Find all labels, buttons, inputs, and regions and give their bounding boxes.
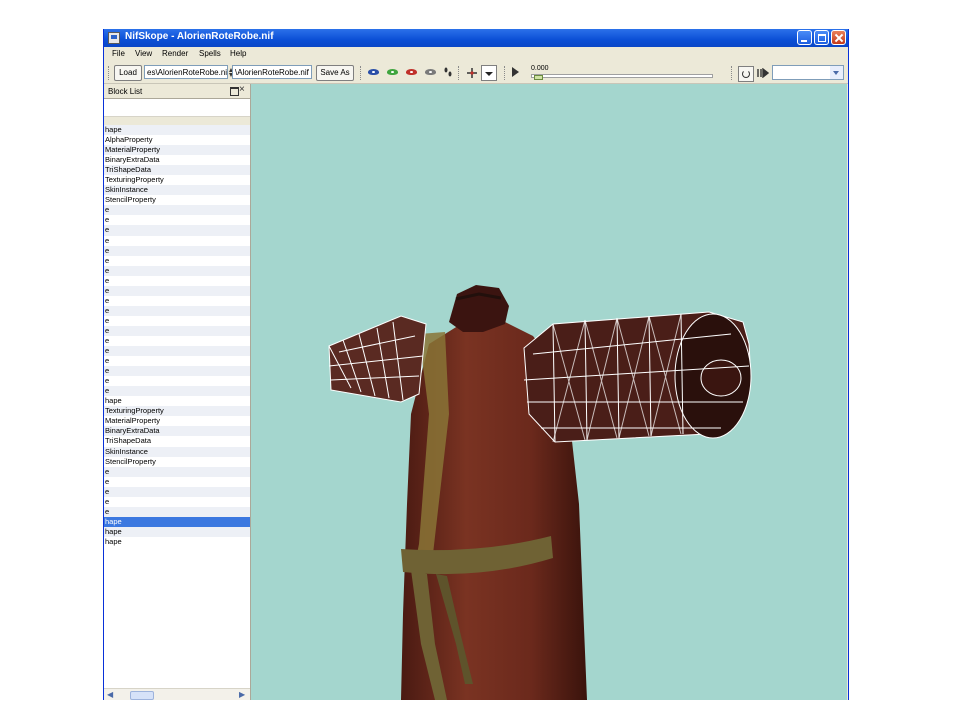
eye-icon[interactable] (406, 69, 417, 75)
loop-icon[interactable] (738, 66, 754, 82)
tree-row[interactable]: TriShapeData (104, 165, 250, 176)
tree-row[interactable]: TexturingProperty (104, 406, 250, 417)
close-icon[interactable] (831, 30, 846, 45)
save-as-button[interactable]: Save As (316, 65, 354, 81)
tree-row[interactable]: MaterialProperty (104, 145, 250, 156)
tree-row[interactable]: e (104, 255, 250, 266)
play-icon[interactable] (512, 67, 519, 77)
float-icon[interactable] (230, 87, 239, 96)
tree-row[interactable]: e (104, 245, 250, 256)
tree-row[interactable]: e (104, 265, 250, 276)
title-bar[interactable]: NifSkope - AlorienRoteRobe.nif (104, 29, 848, 47)
toolbar-grip[interactable] (458, 66, 461, 80)
eye-icon[interactable] (368, 69, 379, 75)
tree-row[interactable]: e (104, 376, 250, 387)
maximize-icon[interactable] (814, 30, 829, 45)
tree-row[interactable]: hape (104, 396, 250, 407)
chevron-right-icon[interactable]: ▶ (239, 691, 245, 699)
app-icon[interactable] (108, 32, 120, 44)
window-title: NifSkope - AlorienRoteRobe.nif (125, 31, 274, 42)
left-sleeve-wireframe (328, 315, 427, 403)
toolbar-grip[interactable] (108, 66, 111, 80)
tree-row[interactable]: e (104, 225, 250, 236)
block-list-panel: Block List × hape AlphaProperty MaterialPr… (104, 84, 251, 700)
tree-header[interactable] (104, 98, 250, 117)
tree-row[interactable]: e (104, 346, 250, 357)
horizontal-scrollbar[interactable]: ◀ ▶ (104, 688, 250, 700)
footprints-icon[interactable] (444, 67, 452, 78)
tree-row[interactable]: e (104, 506, 250, 517)
menu-help[interactable]: Help (230, 49, 246, 58)
load-button[interactable]: Load (114, 65, 142, 81)
tree-row[interactable]: e (104, 275, 250, 286)
tree-row[interactable]: e (104, 315, 250, 326)
tree-row[interactable]: e (104, 215, 250, 226)
chevron-down-icon[interactable] (830, 66, 843, 79)
eye-icon[interactable] (387, 69, 398, 75)
right-sleeve-wireframe (523, 311, 752, 443)
menu-file[interactable]: File (112, 49, 125, 58)
panel-title: Block List (108, 87, 143, 96)
tree-row[interactable]: hape (104, 125, 250, 136)
tree-row[interactable]: StencilProperty (104, 195, 250, 206)
tree-row[interactable]: e (104, 366, 250, 377)
tree-row[interactable]: e (104, 235, 250, 246)
tree-row[interactable]: BinaryExtraData (104, 155, 250, 166)
render-viewport[interactable] (251, 84, 847, 700)
save-path-input[interactable]: \AlorienRoteRobe.nif (232, 65, 312, 79)
scrollbar-thumb[interactable] (130, 691, 154, 700)
menu-view[interactable]: View (135, 49, 152, 58)
tree-row[interactable]: e (104, 466, 250, 477)
slider-thumb[interactable] (534, 75, 543, 80)
switch-icon[interactable] (757, 68, 769, 78)
tree-row[interactable]: SkinInstance (104, 185, 250, 196)
tree-row[interactable]: e (104, 496, 250, 507)
tree-empty-area (104, 547, 250, 688)
chevron-down-icon[interactable] (481, 65, 497, 81)
toolbar: Load es\AlorienRoteRobe.nif \AlorienRote… (104, 63, 848, 84)
tree-row[interactable]: e (104, 335, 250, 347)
tree-row[interactable]: hape (104, 536, 250, 547)
anim-time-value: 0.000 (531, 65, 549, 72)
tree-row[interactable]: hape (104, 516, 250, 527)
chevron-left-icon[interactable]: ◀ (107, 691, 113, 699)
tree-row[interactable]: e (104, 285, 250, 296)
tree-row[interactable]: BinaryExtraData (104, 426, 250, 437)
menu-bar: File View Render Spells Help (104, 47, 848, 63)
anim-select[interactable] (772, 65, 844, 80)
tree-row[interactable]: e (104, 476, 250, 487)
tree-row[interactable]: MaterialProperty (104, 416, 250, 427)
tree-row[interactable]: e (104, 295, 250, 306)
tree-row[interactable]: e (104, 356, 250, 367)
toolbar-grip[interactable] (360, 66, 363, 80)
anim-time-slider[interactable] (531, 74, 713, 78)
tree-row[interactable]: TexturingProperty (104, 175, 250, 186)
eye-icon[interactable] (425, 69, 436, 75)
block-tree: hape AlphaProperty MaterialProperty BinaryE… (104, 125, 250, 547)
toolbar-grip[interactable] (731, 66, 734, 80)
close-icon[interactable]: × (239, 85, 245, 95)
menu-render[interactable]: Render (162, 49, 188, 58)
tree-row[interactable]: e (104, 205, 250, 216)
tree-row[interactable]: e (104, 386, 250, 397)
tree-row[interactable]: e (104, 325, 250, 336)
axes-icon[interactable] (466, 67, 478, 79)
minimize-icon[interactable] (797, 30, 812, 45)
load-path-input[interactable]: es\AlorienRoteRobe.nif (144, 65, 228, 79)
tree-row[interactable]: StencilProperty (104, 456, 250, 467)
tree-row[interactable]: AlphaProperty (104, 135, 250, 146)
tree-row[interactable]: SkinInstance (104, 446, 250, 457)
app-window: NifSkope - AlorienRoteRobe.nif File View… (103, 29, 849, 700)
tree-row[interactable]: hape (104, 526, 250, 537)
toolbar-grip[interactable] (504, 66, 507, 80)
menu-spells[interactable]: Spells (199, 49, 221, 58)
tree-row[interactable]: e (104, 305, 250, 316)
tree-row[interactable]: TriShapeData (104, 436, 250, 447)
tree-row[interactable]: e (104, 486, 250, 497)
robe-model (328, 285, 752, 700)
